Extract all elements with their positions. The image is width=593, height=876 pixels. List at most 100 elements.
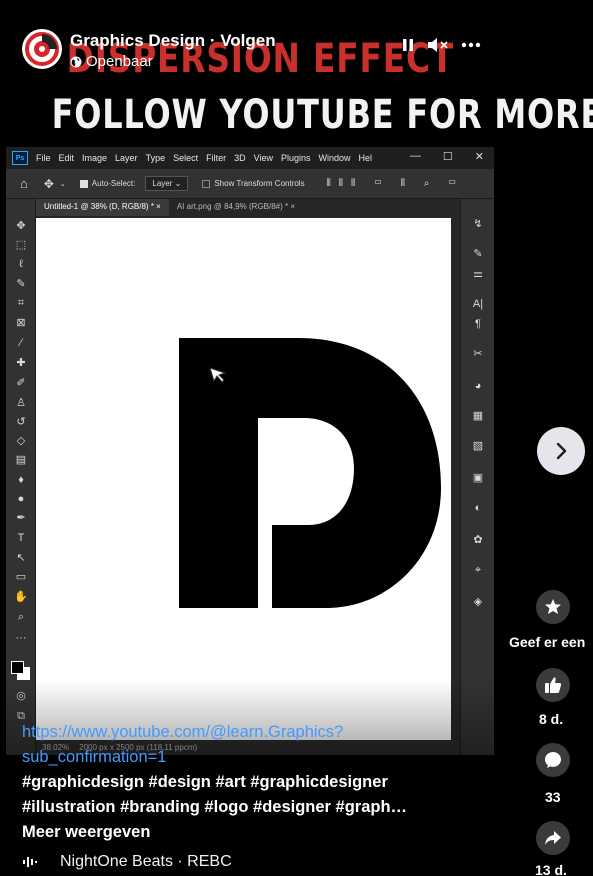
chevron-right-icon (556, 442, 567, 460)
auto-select-value: Layer (152, 179, 173, 188)
rectangle-tool-icon[interactable]: ▭ (14, 570, 28, 584)
marquee-tool-icon[interactable]: ⬚ (14, 238, 28, 252)
music-label: NightOne Beats · REBC (60, 853, 232, 870)
brush-panel-icon[interactable]: ✎ (471, 247, 485, 261)
adjustments-panel-icon[interactable]: ◐ (471, 501, 485, 515)
ps-menu-select[interactable]: Select (173, 153, 198, 163)
eraser-tool-icon[interactable]: ◇ (14, 434, 28, 448)
type-tool-icon[interactable]: T (14, 531, 28, 545)
minimize-icon[interactable]: — (410, 150, 421, 163)
frame-tool-icon[interactable]: ⊠ (14, 316, 28, 330)
history-panel-icon[interactable]: ↯ (471, 217, 485, 231)
gradients-panel-icon[interactable]: ▧ (471, 439, 485, 453)
pause-icon[interactable] (401, 38, 415, 52)
ps-menu-image[interactable]: Image (82, 153, 107, 163)
more-options-icon[interactable] (461, 42, 481, 48)
stars-label: Geef er een (509, 634, 586, 650)
ps-menu-3d[interactable]: 3D (234, 153, 246, 163)
move-tool-icon[interactable]: ✥ (44, 177, 54, 191)
lasso-tool-icon[interactable]: ℓ (14, 257, 28, 271)
ps-window-controls: — ☐ ✕ (410, 150, 484, 163)
path-select-tool-icon[interactable]: ↖ (14, 551, 28, 565)
ps-menu-type[interactable]: Type (146, 153, 166, 163)
ps-canvas-area (36, 216, 460, 740)
like-button[interactable] (536, 668, 570, 702)
comment-count: 33 (545, 789, 561, 805)
auto-select-dropdown[interactable]: Layer ⌄ (145, 176, 189, 191)
post-header-title: Graphics Design · Volgen (70, 31, 276, 51)
share-button[interactable] (536, 821, 570, 855)
layers-panel-icon[interactable]: ◈ (471, 595, 485, 609)
caption-tags-line1[interactable]: #graphicdesign #design #art #graphicdesi… (22, 770, 482, 795)
ps-menu-plugins[interactable]: Plugins (281, 153, 311, 163)
quick-select-tool-icon[interactable]: ✎ (14, 277, 28, 291)
graphics-design-logo-icon (23, 30, 61, 68)
maximize-icon[interactable]: ☐ (443, 150, 453, 163)
show-transform-checkbox[interactable] (202, 179, 211, 188)
auto-select-checkbox[interactable] (79, 179, 88, 188)
auto-select-label: Auto-Select: (91, 179, 136, 188)
blur-tool-icon[interactable]: ♦ (14, 473, 28, 487)
share-count: 13 d. (535, 862, 567, 876)
quick-mask-icon[interactable]: ◎ (14, 689, 28, 703)
styles-panel-icon[interactable]: ✿ (471, 533, 485, 547)
music-row[interactable]: NightOne Beats · REBC (22, 853, 232, 871)
tab-untitled[interactable]: Untitled-1 @ 38% (D, RGB/8) * × (36, 199, 169, 216)
ps-options-bar: ⌂ ✥ ⌄ Auto-Select: Layer ⌄ Show Transfor… (6, 169, 494, 199)
comment-button[interactable] (536, 743, 570, 777)
tools-panel-icon[interactable]: ✂ (471, 347, 485, 361)
show-transform-label: Show Transform Controls (214, 179, 305, 188)
pen-tool-icon[interactable]: ✒ (14, 511, 28, 525)
thumbs-up-icon (545, 677, 562, 693)
move-tool-icon[interactable]: ✥ (14, 219, 28, 233)
see-more-button[interactable]: Meer weergeven (22, 820, 482, 845)
more-tools-icon[interactable]: ··· (14, 631, 28, 645)
color-panel-icon[interactable]: ◕ (471, 379, 485, 393)
gradient-tool-icon[interactable]: ▤ (14, 453, 28, 467)
color-swatches[interactable] (11, 661, 31, 681)
close-icon[interactable]: ✕ (475, 150, 484, 163)
ps-menu-edit[interactable]: Edit (59, 153, 75, 163)
ps-document[interactable] (36, 218, 451, 740)
crop-tool-icon[interactable]: ⌗ (14, 296, 28, 310)
swatches-panel-icon[interactable]: ▦ (471, 409, 485, 423)
libraries-panel-icon[interactable]: ▣ (471, 471, 485, 485)
history-brush-icon[interactable]: ↺ (14, 415, 28, 429)
align-icons[interactable]: ⫴⫴⫴ ▭ ⫴ ⌕ ▭ (327, 178, 465, 189)
caption-youtube-link[interactable]: https://www.youtube.com/@learn.Graphics?… (22, 720, 482, 770)
next-video-button[interactable] (537, 427, 585, 475)
healing-tool-icon[interactable]: ✚ (14, 356, 28, 370)
star-icon (545, 599, 561, 614)
video-title-line2: FOLLOW YOUTUBE FOR MORE (51, 92, 593, 138)
follow-button[interactable]: Volgen (220, 31, 275, 50)
paths-panel-icon[interactable]: ⌖ (471, 563, 485, 577)
zoom-tool-icon[interactable]: ⌕ (14, 610, 28, 624)
tab-ai-art[interactable]: AI art.png @ 84,9% (RGB/8#) * × (169, 199, 303, 216)
brush-tool-icon[interactable]: ✐ (14, 376, 28, 390)
stamp-tool-icon[interactable]: ♙ (14, 396, 28, 410)
page-name-link[interactable]: Graphics Design (70, 31, 205, 50)
letter-d-artwork (179, 338, 441, 608)
ps-menu-view[interactable]: View (254, 153, 273, 163)
video-top-controls (401, 37, 481, 53)
chevron-down-icon[interactable]: ⌄ (60, 180, 66, 188)
ps-toolbar: ✥ ⬚ ℓ ✎ ⌗ ⊠ ⁄ ✚ ✐ ♙ ↺ ◇ ▤ ♦ ● ✒ T ↖ ▭ ✋ … (6, 199, 36, 755)
caption-tags-line2[interactable]: #illustration #branding #logo #designer … (22, 795, 482, 820)
brush-settings-icon[interactable]: ⚌ (471, 267, 485, 281)
mute-icon[interactable] (427, 37, 449, 53)
page-avatar[interactable] (22, 29, 62, 69)
eyedropper-tool-icon[interactable]: ⁄ (14, 336, 28, 350)
ps-menu-help[interactable]: Hel (359, 153, 373, 163)
ps-menu-layer[interactable]: Layer (115, 153, 138, 163)
home-icon[interactable]: ⌂ (20, 176, 28, 191)
dodge-tool-icon[interactable]: ● (14, 492, 28, 506)
ps-menu-file[interactable]: File (36, 153, 51, 163)
privacy-label: Openbaar (86, 53, 153, 70)
hand-tool-icon[interactable]: ✋ (14, 590, 28, 604)
stars-button[interactable] (536, 590, 570, 624)
character-panel-icon[interactable]: A| (471, 297, 485, 311)
ps-menu-filter[interactable]: Filter (206, 153, 226, 163)
ps-menu-window[interactable]: Window (319, 153, 351, 163)
paragraph-panel-icon[interactable]: ¶ (471, 317, 485, 331)
ps-logo: Ps (12, 151, 28, 165)
